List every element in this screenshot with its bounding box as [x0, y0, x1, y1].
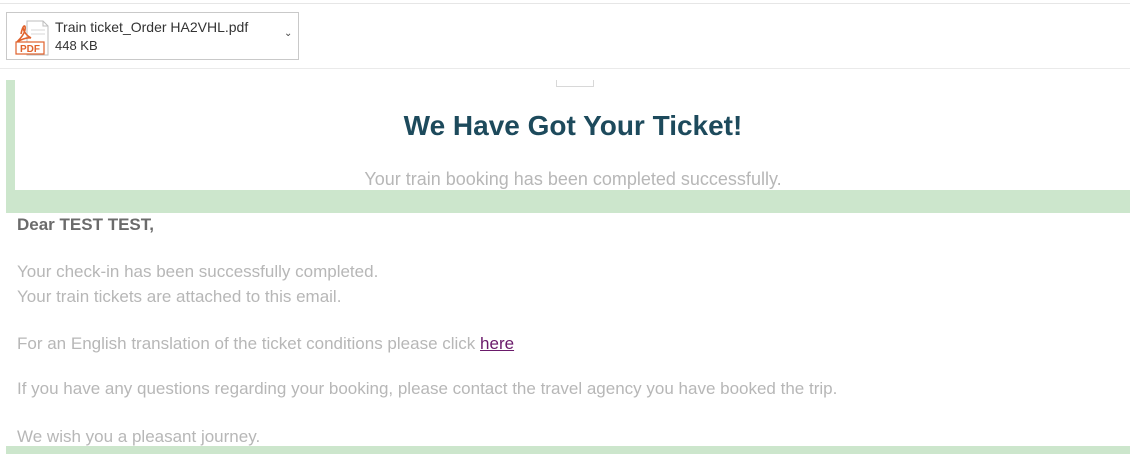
email-headline: We Have Got Your Ticket!	[403, 110, 743, 141]
green-divider-band	[6, 190, 1130, 213]
questions-text: If you have any questions regarding your…	[17, 379, 838, 398]
checkin-text: Your check-in has been successfully comp…	[17, 262, 379, 281]
logo-placeholder	[556, 80, 594, 87]
pdf-file-icon: PDF	[15, 20, 49, 56]
tickets-attached-text: Your train tickets are attached to this …	[17, 287, 342, 306]
attachment-pdf[interactable]: PDF Train ticket_Order HA2VHL.pdf 448 KB…	[6, 12, 299, 60]
pdf-icon-label: PDF	[20, 44, 40, 55]
translation-text: For an English translation of the ticket…	[17, 334, 481, 353]
email-subheadline: Your train booking has been completed su…	[364, 169, 782, 189]
attachment-filename: Train ticket_Order HA2VHL.pdf	[55, 19, 249, 35]
attachment-size: 448 KB	[55, 38, 98, 53]
header-divider	[0, 68, 1130, 69]
closing-text: We wish you a pleasant journey.	[17, 427, 261, 446]
top-divider	[0, 3, 1130, 4]
translation-link[interactable]: here	[480, 334, 514, 353]
chevron-down-icon[interactable]: ⌄	[284, 29, 292, 39]
greeting: Dear TEST TEST,	[17, 215, 154, 234]
translation-paragraph: For an English translation of the ticket…	[17, 331, 514, 356]
